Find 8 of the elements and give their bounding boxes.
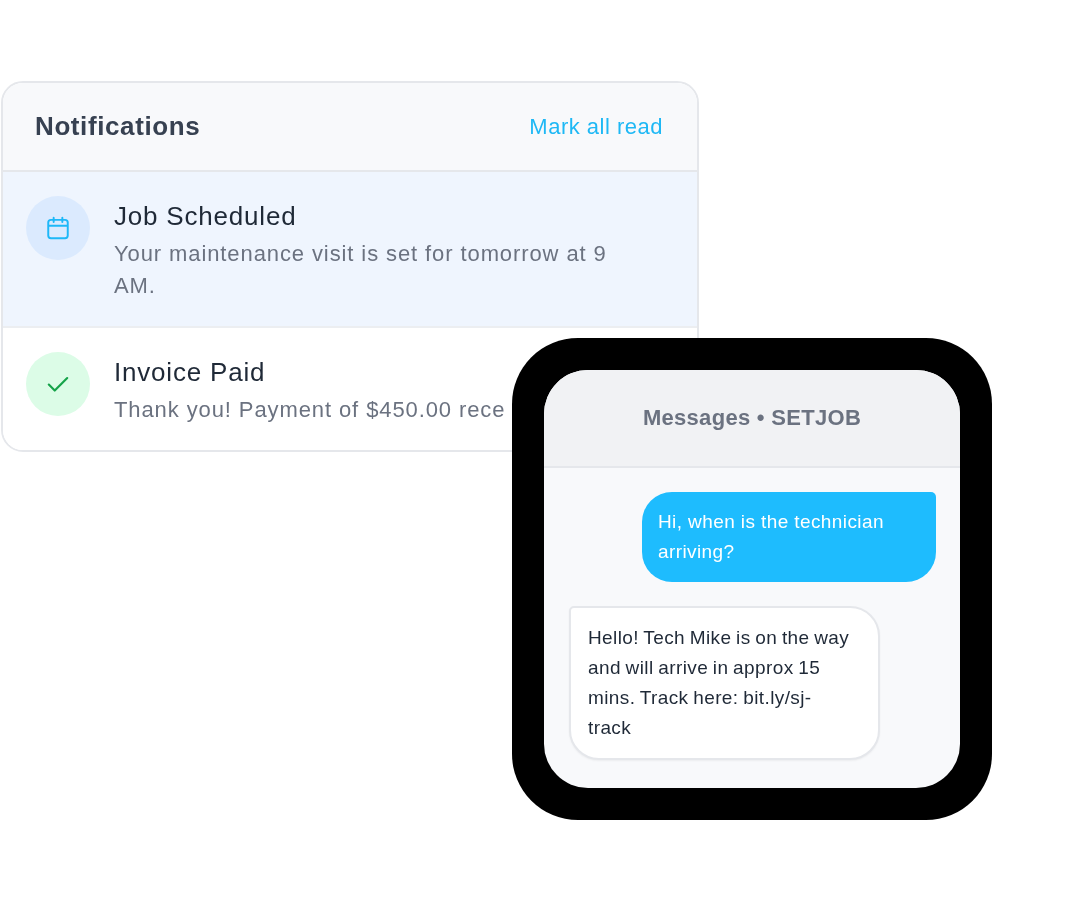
notifications-title: Notifications [35,111,201,142]
notification-text: Your maintenance visit is set for tomorrow at 9 AM. [114,240,608,300]
sent-message: Hi, when is the technician arriving? [642,492,936,582]
received-message: Hello! Tech Mike is on the way and will arrive in approx 15 mins. Track here: bit.ly/sj-track [569,606,880,760]
notification-text: Thank you! Payment of $450.00 rece [114,396,506,424]
notification-title: Invoice Paid [114,356,266,388]
notification-title: Job Scheduled [114,200,297,232]
notification-item[interactable]: Job Scheduled Your maintenance visit is set for tomorrow at 9 AM. [3,172,697,326]
